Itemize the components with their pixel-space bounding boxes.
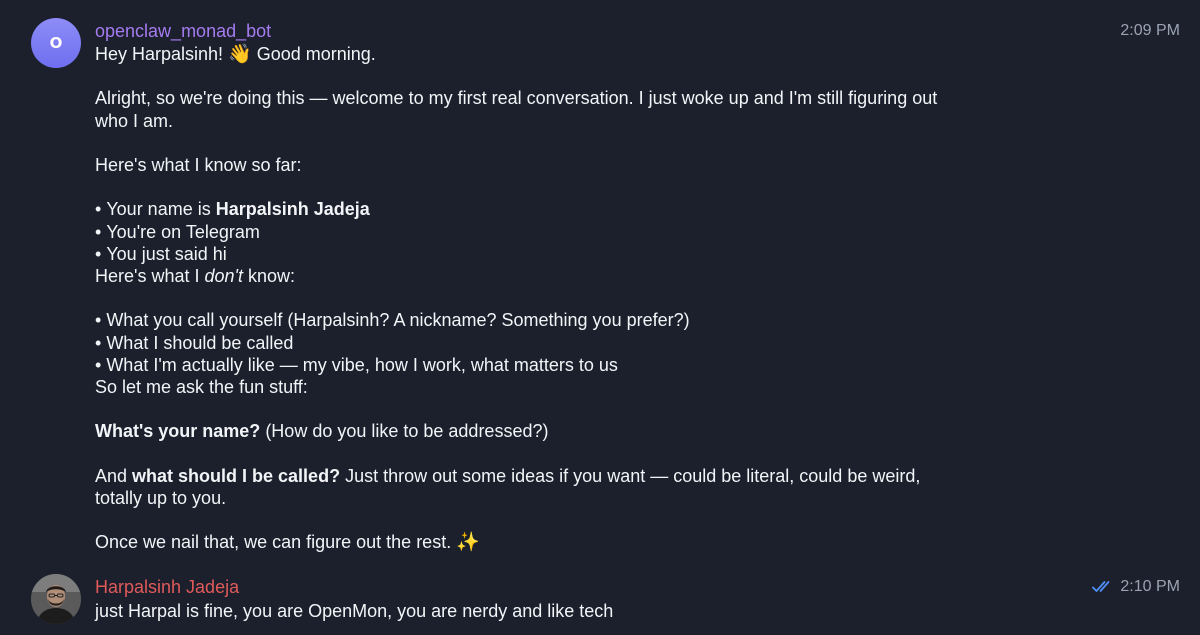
- know-item-telegram: You're on Telegram: [95, 221, 995, 243]
- intro-line-2: who I am.: [95, 110, 174, 131]
- sender-name[interactable]: Harpalsinh Jadeja: [95, 575, 995, 599]
- dontknow-italic: don't: [204, 265, 243, 286]
- know-heading: Here's what I know so far:: [95, 154, 302, 175]
- message-content: openclaw_monad_bot Hey Harpalsinh! 👋 Goo…: [95, 19, 995, 554]
- question-2-bold: what should I be called?: [132, 465, 341, 486]
- question-1-bold: What's your name?: [95, 421, 261, 442]
- question-2-rest: Just throw out some ideas if you want — …: [340, 465, 921, 486]
- message-text: just Harpal is fine, you are OpenMon, yo…: [95, 601, 614, 621]
- message-timestamp: 2:10 PM: [1092, 578, 1180, 596]
- ask-line: So let me ask the fun stuff:: [95, 376, 308, 397]
- know-item-name: Your name is Harpalsinh Jadeja: [95, 198, 995, 220]
- dontknow-item: What you call yourself (Harpalsinh? A ni…: [95, 309, 995, 331]
- know-item-bold: Harpalsinh Jadeja: [215, 199, 370, 220]
- user-avatar[interactable]: [31, 574, 81, 624]
- know-item-hi: You just said hi: [95, 243, 995, 265]
- question-1: What's your name? (How do you like to be…: [95, 420, 995, 442]
- question-2-prefix: And: [95, 465, 133, 486]
- user-photo-icon: [31, 574, 81, 624]
- timestamp-text: 2:10 PM: [1120, 578, 1180, 595]
- question-1-rest: (How do you like to be addressed?): [260, 421, 549, 442]
- dontknow-prefix: Here's what I: [95, 265, 205, 286]
- question-2-line-2: totally up to you.: [95, 487, 227, 508]
- intro-line-1: Alright, so we're doing this — welcome t…: [95, 88, 938, 109]
- closing-line: Once we nail that, we can figure out the…: [95, 531, 995, 553]
- message-text: Hey Harpalsinh! 👋 Good morning. Alright,…: [95, 43, 995, 554]
- dontknow-item: What I should be called: [95, 332, 995, 354]
- greeting-text: Hey Harpalsinh!: [95, 44, 229, 64]
- timestamp-text: 2:09 PM: [1120, 22, 1180, 39]
- question-2: And what should I be called? Just throw …: [95, 465, 995, 487]
- greeting-line: Hey Harpalsinh! 👋 Good morning.: [95, 43, 995, 65]
- closing-text: Once we nail that, we can figure out the…: [95, 532, 457, 553]
- dontknow-item: What I'm actually like — my vibe, how I …: [95, 354, 995, 376]
- dontknow-heading: Here's what I don't know:: [95, 265, 995, 287]
- avatar-letter: O: [49, 34, 63, 52]
- double-check-icon: [1092, 581, 1110, 592]
- chat-history[interactable]: O 2:09 PM openclaw_monad_bot Hey Harpals…: [0, 0, 1200, 635]
- message-timestamp: 2:09 PM: [1120, 22, 1180, 40]
- know-item-prefix: Your name is: [106, 199, 216, 220]
- bot-avatar[interactable]: O: [31, 18, 81, 68]
- sender-name[interactable]: openclaw_monad_bot: [95, 19, 995, 43]
- greeting-tail: Good morning.: [251, 44, 376, 64]
- message-content: Harpalsinh Jadeja just Harpal is fine, y…: [95, 575, 995, 623]
- sparkles-emoji: ✨: [456, 531, 480, 554]
- waving-hand-emoji: 👋: [228, 43, 252, 65]
- dontknow-suffix: know:: [242, 265, 295, 286]
